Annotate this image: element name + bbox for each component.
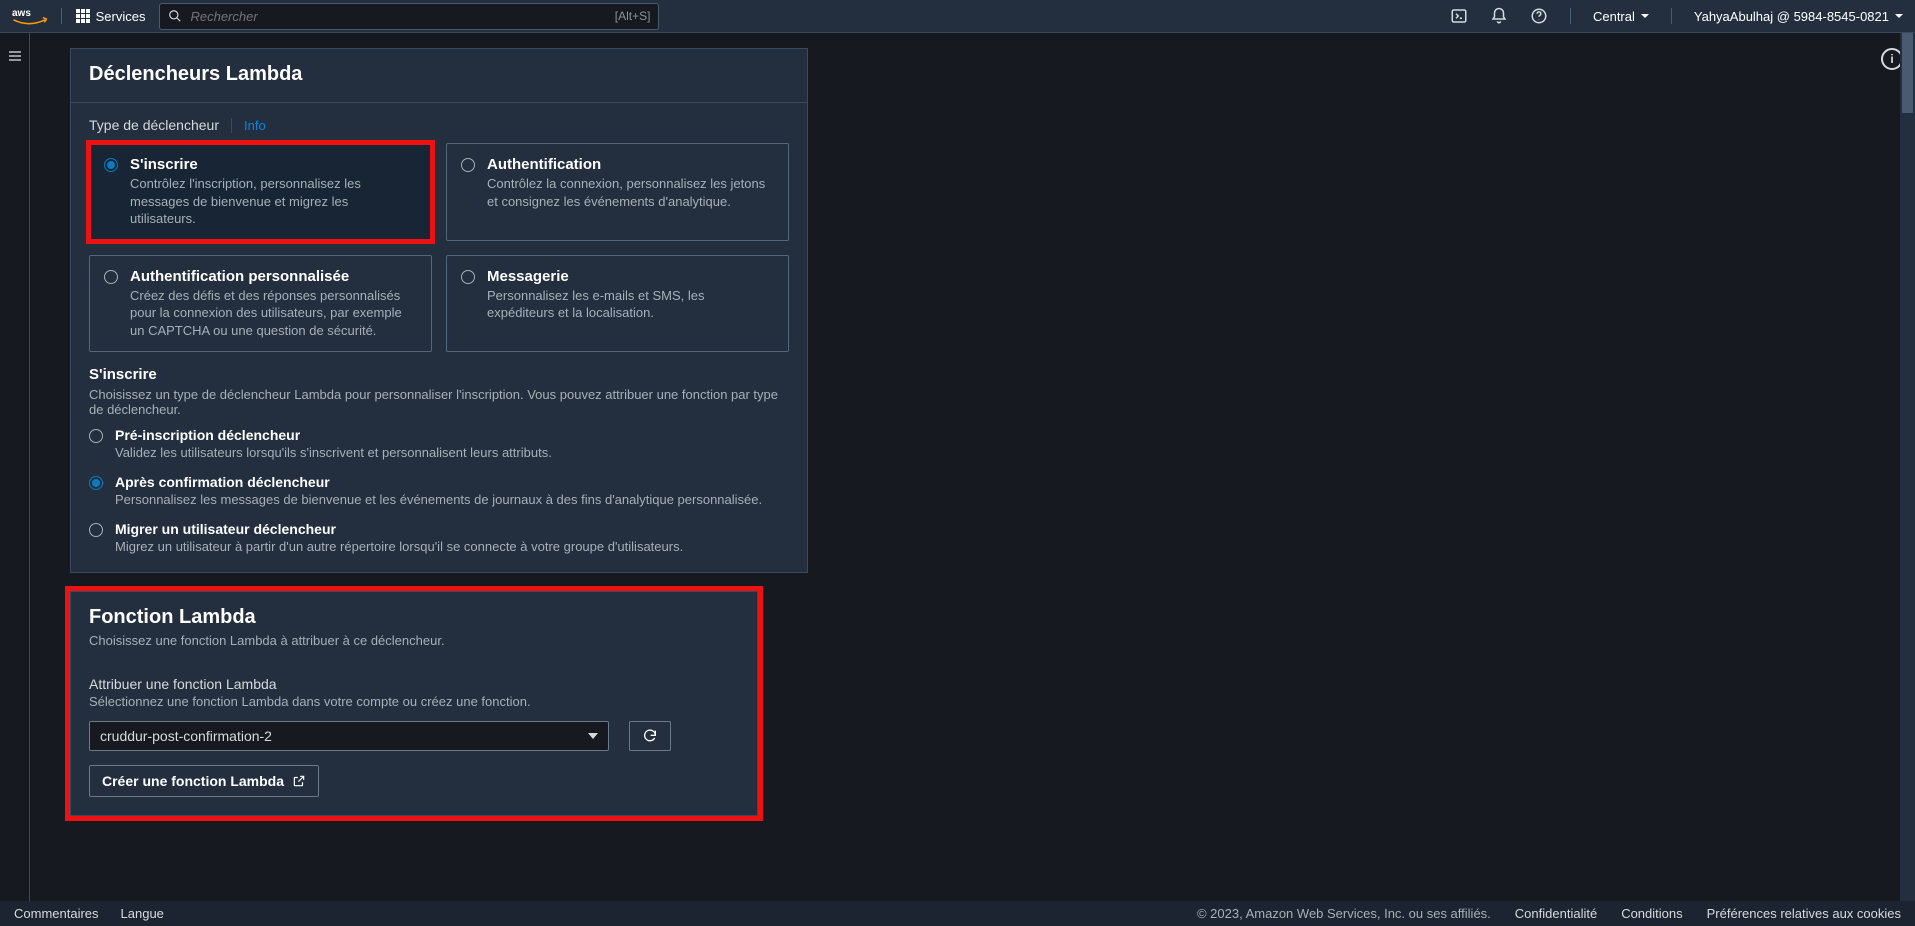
region-button[interactable]: Central [1593, 9, 1649, 24]
trigger-type-label-row: Type de déclencheur Info [89, 103, 789, 143]
lambda-triggers-panel: Déclencheurs Lambda Type de déclencheur … [70, 48, 808, 573]
trigger-grid: S'inscrire Contrôlez l'inscription, pers… [89, 143, 789, 352]
header-right: Central YahyaAbulhaj @ 5984-8545-0821 [1450, 7, 1903, 25]
radio-pre-signup[interactable]: Pré-inscription déclencheur Validez les … [89, 427, 789, 460]
radio-post-confirmation[interactable]: Après confirmation déclencheur Personnal… [89, 474, 789, 507]
signup-subsection: S'inscrire Choisissez un type de déclenc… [89, 352, 789, 554]
region-label: Central [1593, 9, 1635, 24]
scrollbar-thumb[interactable] [1902, 33, 1913, 113]
assign-fn-desc: Sélectionnez une fonction Lambda dans vo… [89, 694, 739, 709]
trigger-card-title: S'inscrire [130, 156, 417, 173]
side-rail [0, 33, 30, 901]
external-link-icon [292, 774, 306, 788]
panel-title: Fonction Lambda [89, 606, 739, 629]
lambda-select-value: cruddur-post-confirmation-2 [100, 728, 272, 744]
services-label: Services [96, 9, 146, 24]
footer-comments[interactable]: Commentaires [14, 906, 99, 921]
radio-desc: Personnalisez les messages de bienvenue … [115, 492, 762, 507]
radio-desc: Migrez un utilisateur à partir d'un autr… [115, 539, 683, 554]
lambda-select[interactable]: cruddur-post-confirmation-2 [89, 721, 609, 751]
footer-right: © 2023, Amazon Web Services, Inc. ou ses… [1197, 906, 1901, 921]
subsection-radio-list: Pré-inscription déclencheur Validez les … [89, 427, 789, 554]
bell-icon[interactable] [1490, 7, 1508, 25]
radio-icon [461, 158, 475, 172]
radio-icon [461, 270, 475, 284]
hamburger-icon[interactable] [7, 48, 23, 64]
assign-fn-label: Attribuer une fonction Lambda [89, 676, 739, 692]
shell: i Déclencheurs Lambda Type de déclencheu… [0, 33, 1915, 901]
footer-bar: Commentaires Langue © 2023, Amazon Web S… [0, 901, 1915, 926]
grid-icon [76, 9, 90, 23]
trigger-card-desc: Contrôlez la connexion, personnalisez le… [487, 175, 774, 210]
trigger-card-title: Authentification [487, 156, 774, 173]
refresh-icon [642, 728, 658, 744]
search-shortcut: [Alt+S] [615, 9, 651, 23]
footer-cookies[interactable]: Préférences relatives aux cookies [1707, 906, 1901, 921]
panel-title: Déclencheurs Lambda [89, 63, 789, 86]
panel-body: Fonction Lambda Choisissez une fonction … [71, 592, 757, 815]
radio-icon [104, 270, 118, 284]
radio-icon [89, 476, 103, 490]
trigger-card-desc: Contrôlez l'inscription, personnalisez l… [130, 175, 417, 228]
services-button[interactable]: Services [76, 9, 146, 24]
footer-terms[interactable]: Conditions [1621, 906, 1682, 921]
vertical-scrollbar[interactable] [1900, 33, 1915, 901]
panel-subtitle: Choisissez une fonction Lambda à attribu… [89, 633, 739, 648]
radio-icon [89, 523, 103, 537]
footer-copyright: © 2023, Amazon Web Services, Inc. ou ses… [1197, 906, 1491, 921]
trigger-card-desc: Créez des défis et des réponses personna… [130, 287, 417, 340]
trigger-card-title: Messagerie [487, 268, 774, 285]
search-input[interactable] [190, 9, 606, 24]
footer-privacy[interactable]: Confidentialité [1515, 906, 1597, 921]
trigger-card-messaging[interactable]: Messagerie Personnalisez les e-mails et … [446, 255, 789, 353]
search-box[interactable]: [Alt+S] [159, 3, 659, 30]
subsection-title: S'inscrire [89, 366, 789, 383]
radio-icon [89, 429, 103, 443]
radio-migrate-user[interactable]: Migrer un utilisateur déclencheur Migrez… [89, 521, 789, 554]
create-lambda-label: Créer une fonction Lambda [102, 773, 284, 789]
main-area: i Déclencheurs Lambda Type de déclencheu… [30, 33, 1915, 901]
footer-language[interactable]: Langue [121, 906, 164, 921]
trigger-type-label: Type de déclencheur [89, 117, 219, 133]
aws-logo[interactable]: aws [12, 6, 47, 26]
svg-text:aws: aws [12, 8, 31, 19]
radio-label: Pré-inscription déclencheur [115, 427, 552, 443]
subsection-desc: Choisissez un type de déclencheur Lambda… [89, 387, 789, 417]
help-icon[interactable] [1530, 7, 1548, 25]
trigger-card-title: Authentification personnalisée [130, 268, 417, 285]
trigger-card-signup[interactable]: S'inscrire Contrôlez l'inscription, pers… [89, 143, 432, 241]
caret-down-icon [588, 733, 598, 739]
caret-down-icon [1895, 14, 1903, 18]
trigger-card-desc: Personnalisez les e-mails et SMS, les ex… [487, 287, 774, 322]
search-icon [168, 9, 182, 23]
info-link[interactable]: Info [231, 118, 266, 133]
divider [1671, 8, 1672, 24]
refresh-button[interactable] [629, 721, 671, 751]
panel-body: Type de déclencheur Info S'inscrire Cont… [71, 103, 807, 572]
account-label: YahyaAbulhaj @ 5984-8545-0821 [1694, 9, 1889, 24]
lambda-function-panel: Fonction Lambda Choisissez une fonction … [70, 591, 758, 816]
panel-header: Déclencheurs Lambda [71, 49, 807, 103]
divider [1570, 8, 1571, 24]
radio-label: Après confirmation déclencheur [115, 474, 762, 490]
radio-label: Migrer un utilisateur déclencheur [115, 521, 683, 537]
create-lambda-button[interactable]: Créer une fonction Lambda [89, 765, 319, 797]
select-row: cruddur-post-confirmation-2 [89, 721, 739, 751]
divider [61, 8, 62, 24]
radio-desc: Validez les utilisateurs lorsqu'ils s'in… [115, 445, 552, 460]
caret-down-icon [1641, 14, 1649, 18]
radio-icon [104, 158, 118, 172]
cloudshell-icon[interactable] [1450, 7, 1468, 25]
header-bar: aws Services [Alt+S] Central YahyaAbulha… [0, 0, 1915, 33]
trigger-card-auth[interactable]: Authentification Contrôlez la connexion,… [446, 143, 789, 241]
account-button[interactable]: YahyaAbulhaj @ 5984-8545-0821 [1694, 9, 1903, 24]
trigger-card-custom-auth[interactable]: Authentification personnalisée Créez des… [89, 255, 432, 353]
